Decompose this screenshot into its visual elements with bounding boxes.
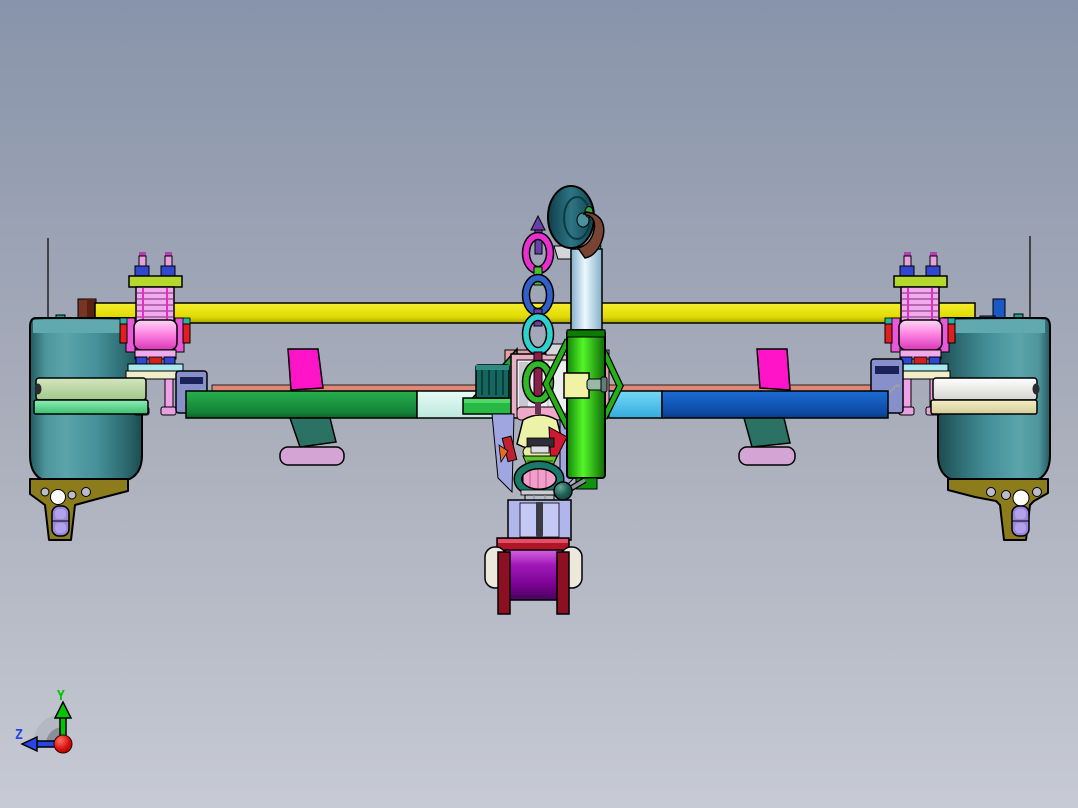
- left-main-bar[interactable]: [185, 390, 506, 419]
- leg-r: [164, 378, 174, 411]
- center-rod: [536, 502, 543, 535]
- cad-viewport: Y Z: [0, 0, 1078, 808]
- yellow-slider-block[interactable]: [563, 372, 590, 399]
- washer: [520, 489, 559, 496]
- right-bar-knob: [1032, 383, 1040, 395]
- y-axis-label: Y: [57, 689, 65, 704]
- right-gauge-bars[interactable]: [930, 377, 1040, 415]
- release-ball-handle[interactable]: [553, 481, 573, 501]
- right-wheel-bracket[interactable]: [947, 478, 1049, 541]
- right-bracket-hole-4: [1032, 487, 1042, 497]
- z-axis-head: [20, 735, 38, 753]
- chain-arrow-head: [530, 214, 546, 231]
- support-post[interactable]: [570, 248, 603, 333]
- right-cream-bar[interactable]: [930, 399, 1038, 415]
- center-assembly[interactable]: [462, 185, 624, 615]
- red-clamp-l: [119, 323, 128, 344]
- left-lavender-foot[interactable]: [279, 446, 345, 466]
- left-gauge-bars[interactable]: [33, 377, 149, 415]
- fork-prong-right: [556, 551, 570, 615]
- left-bracket-hole-1: [40, 487, 50, 497]
- origin-sphere: [53, 734, 73, 754]
- model-canvas: Y Z: [15, 185, 1051, 754]
- hydraulic-cylinder[interactable]: [566, 329, 606, 479]
- right-main-bar[interactable]: [604, 390, 889, 419]
- top-cap-plate: [128, 275, 183, 288]
- motor-top: [476, 365, 509, 370]
- right-magenta-flap[interactable]: [756, 348, 791, 391]
- right-bracket-hole-3: [1012, 489, 1030, 507]
- fork-crown-hl: [498, 539, 568, 543]
- left-bar-knob: [34, 383, 42, 395]
- right-bracket-hole-2: [1001, 490, 1011, 500]
- clamp-tip-r: [182, 317, 191, 325]
- dark-blue-bar[interactable]: [661, 390, 889, 419]
- right-bracket-plate[interactable]: [947, 478, 1049, 541]
- clamp-tip-l: [119, 317, 128, 325]
- z-axis-label: Z: [15, 728, 23, 743]
- right-pin-hl2: [1015, 523, 1026, 533]
- left-bracket-hole-2: [50, 489, 66, 505]
- left-sage-bar[interactable]: [35, 377, 147, 401]
- left-pin-hl1: [55, 509, 66, 519]
- y-axis-head: [53, 700, 73, 719]
- left-under-tab[interactable]: [288, 417, 337, 448]
- left-bracket-hole-4: [81, 487, 91, 497]
- left-panel-label: [180, 377, 203, 384]
- left-bracket-hole-3: [67, 490, 77, 500]
- press-roller[interactable]: [504, 549, 563, 601]
- fitting-cap: [600, 376, 608, 393]
- red-clamp-r: [182, 323, 191, 344]
- left-wheel-bracket[interactable]: [29, 478, 129, 541]
- foot-r: [160, 406, 177, 416]
- left-pin-hl2: [55, 523, 66, 533]
- right-lavender-foot[interactable]: [738, 446, 796, 466]
- left-magenta-flap[interactable]: [287, 348, 324, 391]
- axis-triad: Y Z: [15, 689, 73, 754]
- right-white-bar[interactable]: [932, 377, 1038, 401]
- tension-drum[interactable]: [133, 319, 178, 351]
- right-under-tab[interactable]: [743, 417, 791, 448]
- right-pin-hl1: [1015, 509, 1026, 519]
- rod-tail: [535, 402, 541, 414]
- right-bracket-hole-1: [986, 487, 996, 497]
- right-wheel-top-band: [945, 320, 1045, 333]
- right-panel-label: [875, 366, 899, 374]
- chain-rod: [533, 351, 543, 403]
- fork-prong-left: [497, 551, 511, 615]
- left-mint-bar[interactable]: [33, 399, 149, 415]
- white-nut: [530, 445, 550, 454]
- green-bar[interactable]: [185, 390, 418, 419]
- cylinder-top-cap: [566, 329, 606, 338]
